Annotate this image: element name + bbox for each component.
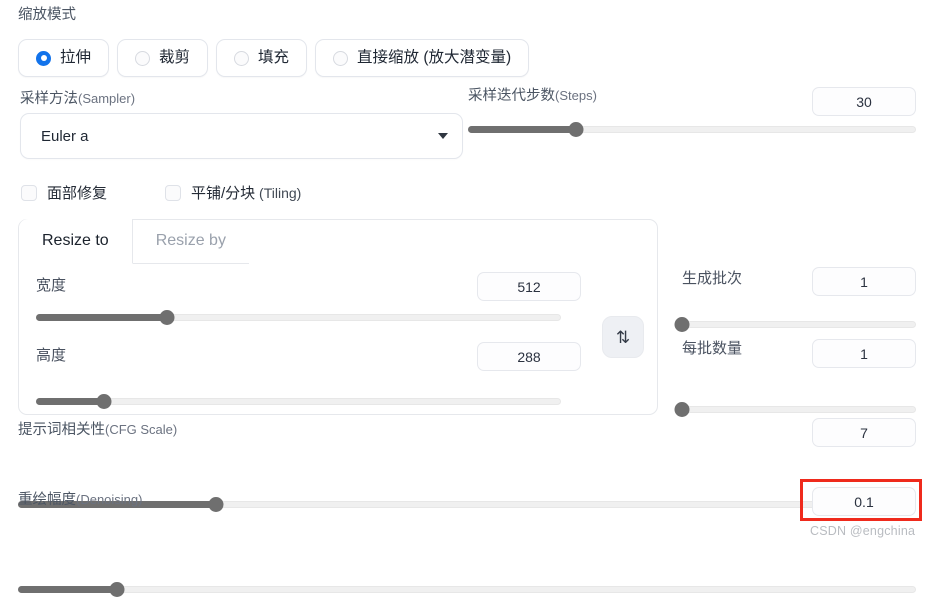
radio-selected-icon [36,50,51,66]
resize-tab-card: Resize to Resize by 宽度 512 高度 288 ⇅ [18,219,658,415]
steps-label: 采样迭代步数(Steps) [468,89,597,104]
height-label: 高度 [36,347,67,364]
batch-size-slider[interactable] [674,402,916,417]
batch-count-slider[interactable] [674,317,916,332]
radio-unselected-icon [234,50,250,66]
denoising-slider[interactable] [18,582,916,597]
sampler-label: 采样方法(Sampler) [20,92,135,107]
slider-thumb[interactable] [109,582,125,597]
cfg-scale-label-cn: 提示词相关性 [18,422,105,438]
denoising-label-en: (Denoising) [76,492,143,507]
resize-mode-option-crop[interactable]: 裁剪 [117,39,209,77]
height-slider[interactable] [36,394,561,409]
slider-fill [468,126,576,133]
denoising-value-input[interactable]: 0.1 [812,487,916,516]
slider-track [682,406,916,413]
slider-track [682,321,916,328]
resize-mode-option-label: 裁剪 [159,49,191,67]
batch-count-value-input[interactable]: 1 [812,267,916,296]
resize-mode-option-stretch[interactable]: 拉伸 [18,39,110,77]
slider-thumb[interactable] [159,310,175,325]
watermark: CSDN @engchina [810,524,916,538]
swap-dimensions-button[interactable]: ⇅ [602,316,644,358]
steps-slider[interactable] [468,122,916,137]
tiling-checkbox-row[interactable]: 平铺/分块 (Tiling) [165,182,301,203]
resize-mode-option-label: 直接缩放 (放大潜变量) [357,49,512,67]
sampler-label-cn: 采样方法 [20,91,78,107]
sampler-selected-value: Euler a [41,127,89,145]
slider-fill [18,586,117,593]
width-label: 宽度 [36,277,67,294]
steps-label-cn: 采样迭代步数 [468,88,555,104]
slider-thumb[interactable] [208,497,224,512]
denoising-label: 重绘幅度(Denoising) [18,493,142,508]
slider-fill [36,398,105,405]
chevron-down-icon [438,133,448,139]
steps-label-en: (Steps) [555,88,597,103]
slider-track [36,398,561,405]
resize-mode-option-label: 填充 [258,49,290,67]
resize-mode-option-fill[interactable]: 填充 [216,39,308,77]
swap-vertical-icon: ⇅ [615,327,631,347]
restore-faces-label: 面部修复 [47,185,108,202]
resize-mode-option-latent-upscale[interactable]: 直接缩放 (放大潜变量) [315,39,530,77]
resize-mode-option-label: 拉伸 [60,49,92,67]
slider-track [18,586,916,593]
slider-thumb[interactable] [674,317,690,332]
cfg-scale-label: 提示词相关性(CFG Scale) [18,423,177,438]
restore-faces-checkbox-row[interactable]: 面部修复 [21,182,107,203]
resize-mode-radio-group[interactable]: 拉伸 裁剪 填充 直接缩放 (放大潜变量) [18,39,530,77]
batch-count-label: 生成批次 [682,270,743,287]
tab-resize-to[interactable]: Resize to [19,219,133,264]
slider-thumb[interactable] [96,394,112,409]
checkbox-unchecked-icon[interactable] [21,184,37,201]
tiling-label: 平铺/分块 (Tiling) [191,185,302,202]
checkbox-unchecked-icon[interactable] [165,184,181,201]
sampler-label-en: (Sampler) [78,91,136,106]
sampler-dropdown[interactable]: Euler a [20,113,463,159]
slider-fill [36,314,168,321]
resize-tablist[interactable]: Resize to Resize by [19,219,249,264]
cfg-scale-slider[interactable] [18,497,916,512]
batch-size-value-input[interactable]: 1 [812,339,916,368]
tab-resize-by[interactable]: Resize by [132,219,249,264]
radio-unselected-icon [333,50,349,66]
cfg-scale-value-input[interactable]: 7 [812,418,916,447]
radio-unselected-icon [135,50,151,66]
resize-mode-label: 缩放模式 [18,7,76,23]
slider-thumb[interactable] [568,122,584,137]
slider-thumb[interactable] [674,402,690,417]
batch-size-label: 每批数量 [682,340,743,357]
height-value-input[interactable]: 288 [477,342,581,371]
width-slider[interactable] [36,310,561,325]
width-value-input[interactable]: 512 [477,272,581,301]
steps-value-input[interactable]: 30 [812,87,916,116]
denoising-label-cn: 重绘幅度 [18,492,76,508]
cfg-scale-label-en: (CFG Scale) [105,422,178,437]
